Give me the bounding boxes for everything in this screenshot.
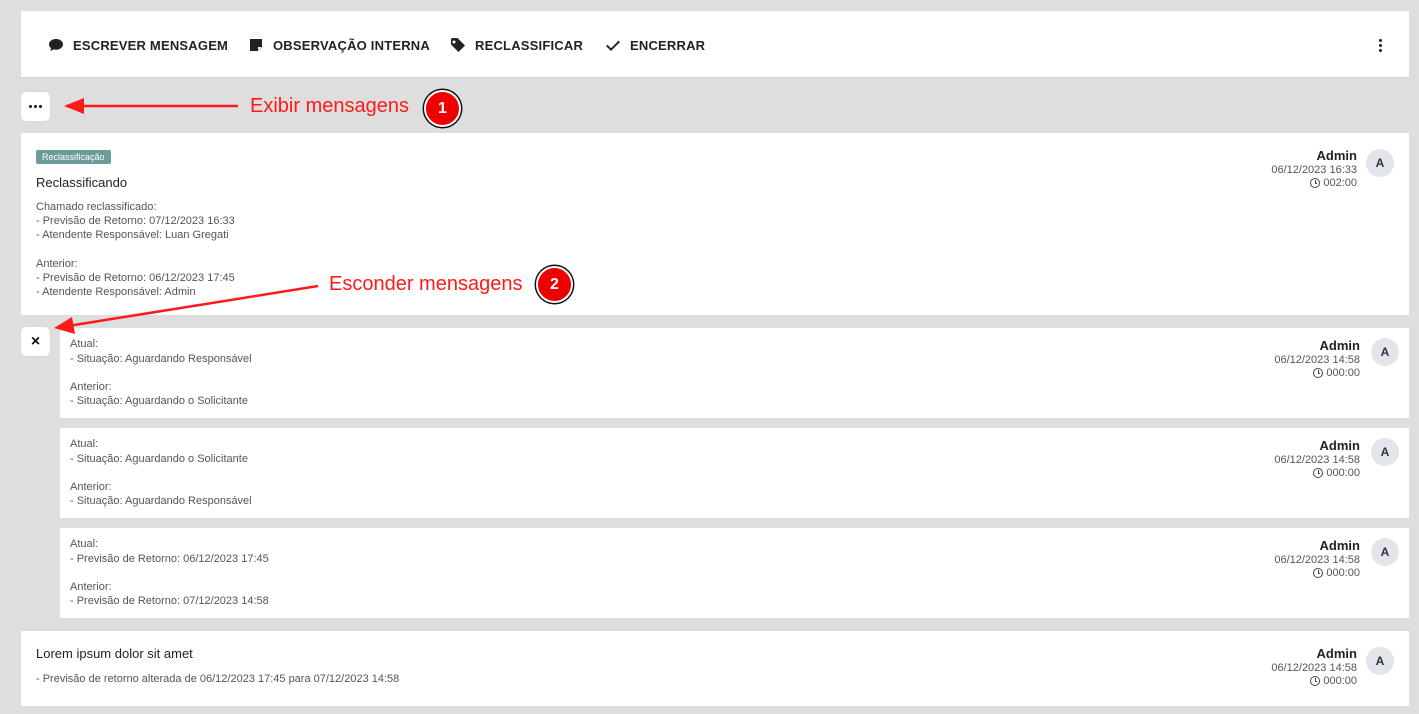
- annotation-hide-messages: Esconder mensagens: [329, 273, 523, 295]
- reclassification-badge: Reclassificação: [36, 150, 111, 164]
- card-title: Lorem ipsum dolor sit amet: [36, 646, 193, 661]
- tag-icon: [451, 38, 465, 52]
- current-label: Atual:: [70, 538, 99, 550]
- previous-value: - Situação: Aguardando o Solicitante: [70, 395, 248, 407]
- message-meta: Admin 06/12/2023 14:58 000:00: [1274, 438, 1360, 479]
- annotation-show-messages: Exibir mensagens: [250, 95, 409, 117]
- message-card: Lorem ipsum dolor sit amet - Previsão de…: [21, 631, 1409, 706]
- reclassification-card: Reclassificação Reclassificando Chamado …: [21, 133, 1409, 315]
- duration-value: 000:00: [1323, 675, 1357, 687]
- clock-icon: [1310, 178, 1321, 188]
- duration-value: 002:00: [1323, 177, 1357, 189]
- clock-icon: [1313, 568, 1324, 578]
- avatar: A: [1366, 647, 1394, 675]
- ellipsis-icon: [29, 105, 42, 108]
- history-card: Atual: - Situação: Aguardando Responsáve…: [60, 328, 1409, 418]
- duration: 000:00: [1274, 367, 1360, 379]
- show-messages-button[interactable]: [21, 92, 50, 121]
- chat-bubble-icon: [49, 39, 63, 51]
- author-name: Admin: [1316, 646, 1357, 661]
- detail-line: Anterior:: [36, 258, 78, 270]
- author-name: Admin: [1316, 148, 1357, 163]
- duration-value: 000:00: [1326, 467, 1360, 479]
- internal-note-label: OBSERVAÇÃO INTERNA: [273, 37, 430, 53]
- action-toolbar: ESCREVER MENSAGEM OBSERVAÇÃO INTERNA REC…: [21, 11, 1409, 78]
- more-options-icon[interactable]: [1373, 37, 1387, 53]
- duration: 000:00: [1271, 675, 1357, 687]
- check-icon: [606, 40, 620, 51]
- detail-line: Chamado reclassificado:: [36, 201, 157, 213]
- current-label: Atual:: [70, 438, 99, 450]
- card-title: Reclassificando: [36, 175, 128, 190]
- detail-line: - Atendente Responsável: Luan Gregati: [36, 229, 229, 241]
- clock-icon: [1310, 676, 1321, 686]
- write-message-button[interactable]: ESCREVER MENSAGEM: [48, 37, 228, 53]
- duration-value: 000:00: [1326, 367, 1360, 379]
- current-value: - Situação: Aguardando Responsável: [70, 353, 252, 365]
- duration: 000:00: [1274, 567, 1360, 579]
- previous-label: Anterior:: [70, 581, 112, 593]
- message-meta: Admin 06/12/2023 16:33 002:00: [1271, 148, 1357, 189]
- arrowhead-show: [64, 98, 84, 114]
- avatar: A: [1366, 149, 1394, 177]
- close-icon: ×: [30, 332, 41, 350]
- message-date: 06/12/2023 14:58: [1274, 354, 1360, 366]
- clock-icon: [1313, 368, 1324, 378]
- history-card: Atual: - Situação: Aguardando o Solicita…: [60, 428, 1409, 518]
- current-label: Atual:: [70, 338, 99, 350]
- close-ticket-button[interactable]: ENCERRAR: [605, 37, 705, 53]
- annotation-badge-1: 1: [424, 90, 461, 127]
- sticky-note-icon: [250, 39, 262, 51]
- internal-note-button[interactable]: OBSERVAÇÃO INTERNA: [248, 37, 430, 53]
- message-meta: Admin 06/12/2023 14:58 000:00: [1271, 646, 1357, 687]
- message-date: 06/12/2023 14:58: [1274, 454, 1360, 466]
- detail-line: - Previsão de retorno alterada de 06/12/…: [36, 673, 400, 685]
- message-meta: Admin 06/12/2023 14:58 000:00: [1274, 538, 1360, 579]
- avatar: A: [1371, 438, 1399, 466]
- message-meta: Admin 06/12/2023 14:58 000:00: [1274, 338, 1360, 379]
- write-message-label: ESCREVER MENSAGEM: [73, 37, 229, 53]
- detail-line: - Atendente Responsável: Admin: [36, 286, 196, 298]
- previous-label: Anterior:: [70, 481, 112, 493]
- duration: 000:00: [1274, 467, 1360, 479]
- author-name: Admin: [1319, 538, 1360, 553]
- previous-label: Anterior:: [70, 381, 112, 393]
- previous-value: - Previsão de Retorno: 07/12/2023 14:58: [70, 595, 269, 607]
- detail-line: - Previsão de Retorno: 07/12/2023 16:33: [36, 215, 235, 227]
- detail-line: - Previsão de Retorno: 06/12/2023 17:45: [36, 272, 235, 284]
- duration: 002:00: [1271, 177, 1357, 189]
- reclassify-label: RECLASSIFICAR: [475, 37, 584, 53]
- close-ticket-label: ENCERRAR: [630, 37, 706, 53]
- annotation-badge-2: 2: [536, 266, 573, 303]
- reclassify-button[interactable]: RECLASSIFICAR: [450, 37, 583, 53]
- current-value: - Previsão de Retorno: 06/12/2023 17:45: [70, 553, 269, 565]
- avatar: A: [1371, 338, 1399, 366]
- hide-messages-button[interactable]: ×: [21, 327, 50, 356]
- current-value: - Situação: Aguardando o Solicitante: [70, 453, 248, 465]
- avatar: A: [1371, 538, 1399, 566]
- author-name: Admin: [1319, 438, 1360, 453]
- message-date: 06/12/2023 16:33: [1271, 164, 1357, 176]
- previous-value: - Situação: Aguardando Responsável: [70, 495, 252, 507]
- duration-value: 000:00: [1326, 567, 1360, 579]
- history-card: Atual: - Previsão de Retorno: 06/12/2023…: [60, 528, 1409, 618]
- author-name: Admin: [1319, 338, 1360, 353]
- clock-icon: [1313, 468, 1324, 478]
- message-date: 06/12/2023 14:58: [1271, 662, 1357, 674]
- message-date: 06/12/2023 14:58: [1274, 554, 1360, 566]
